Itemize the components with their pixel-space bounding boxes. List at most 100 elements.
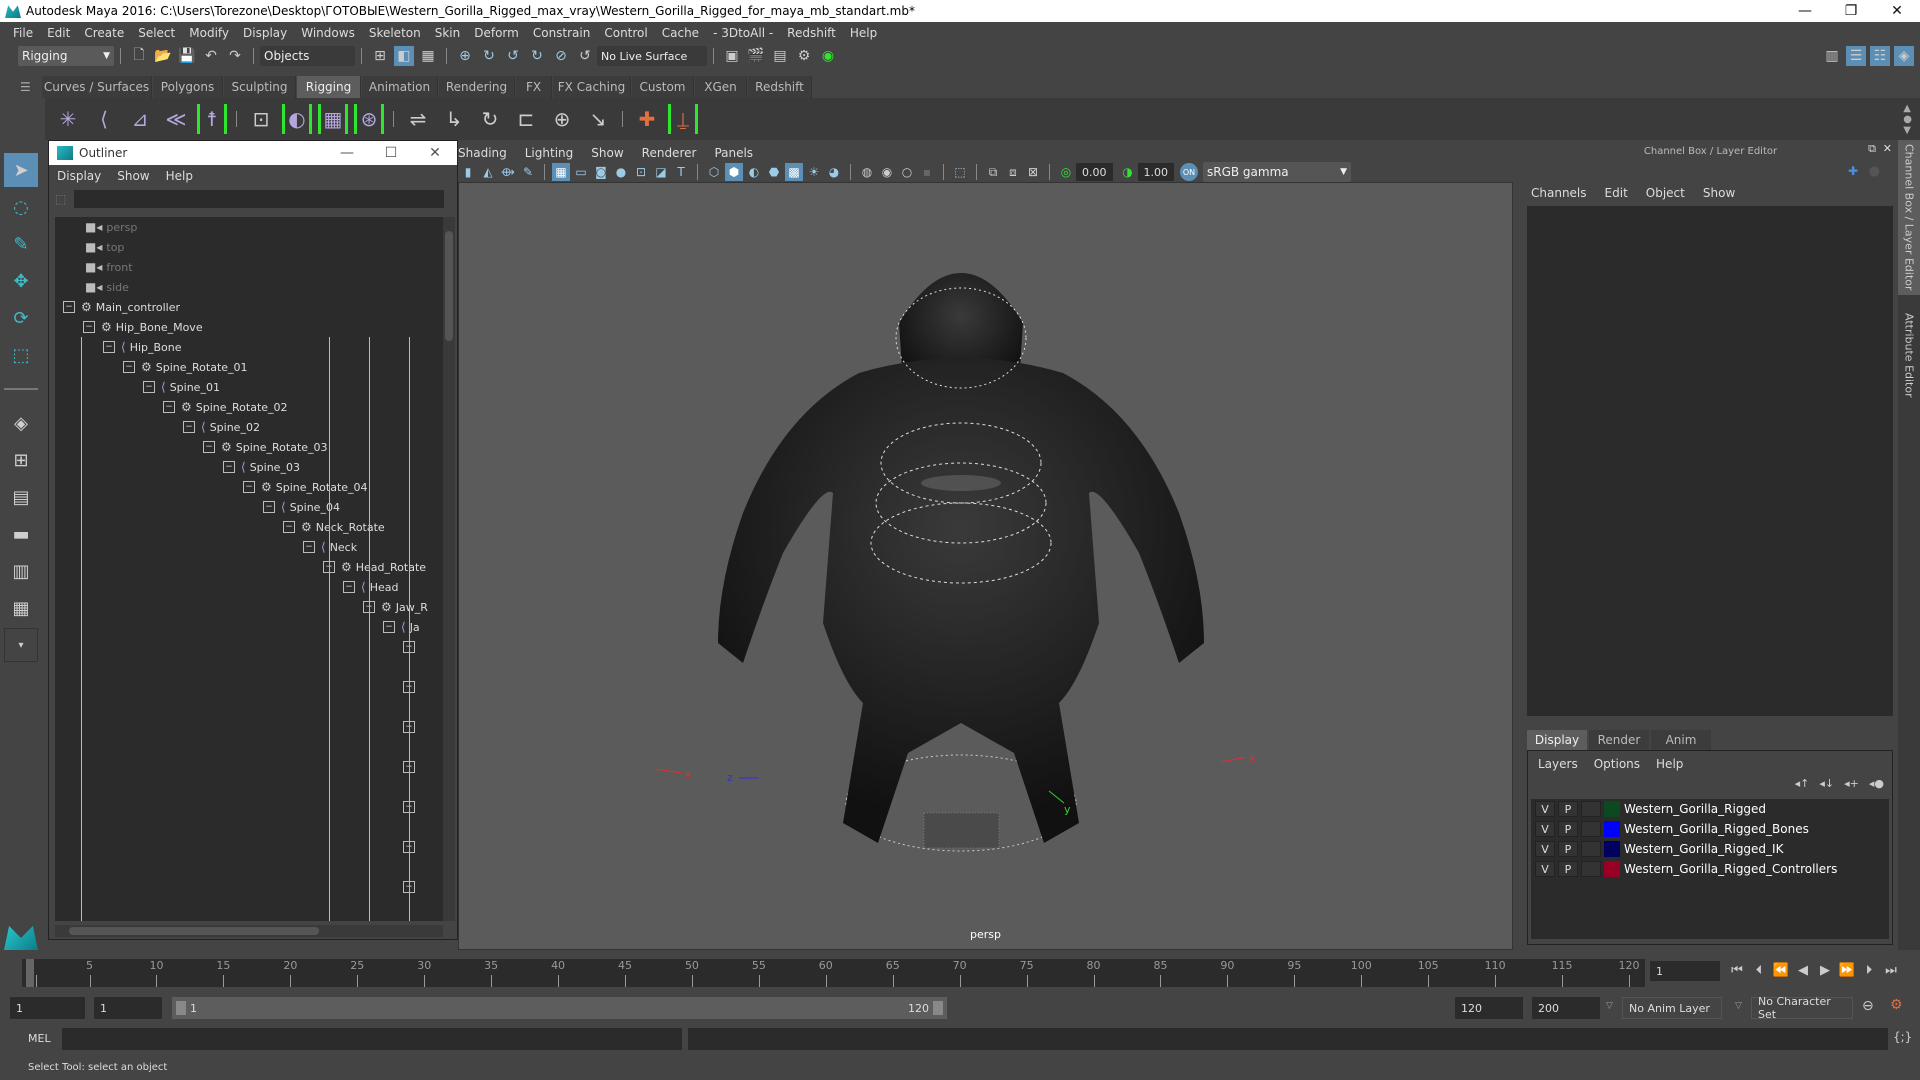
scene-canvas[interactable]: x x z y: [459, 183, 1513, 950]
step-forward-frame-icon[interactable]: ⏵: [1860, 961, 1878, 979]
anim-start-field[interactable]: 1: [10, 997, 85, 1019]
snap-live-icon[interactable]: ↺: [575, 46, 595, 66]
menu-file[interactable]: File: [6, 26, 40, 40]
step-back-key-icon[interactable]: ⏪: [1772, 961, 1790, 979]
layer-visibility-toggle[interactable]: V: [1535, 801, 1555, 817]
menu-edit[interactable]: Edit: [40, 26, 77, 40]
safe-title-icon[interactable]: T: [672, 163, 690, 181]
viewport-menu-shading[interactable]: Shading: [458, 146, 507, 160]
menu-select[interactable]: Select: [131, 26, 182, 40]
layer-row[interactable]: V P Western_Gorilla_Rigged_Controllers: [1531, 859, 1889, 879]
layer-row[interactable]: V P Western_Gorilla_Rigged_Bones: [1531, 819, 1889, 839]
wireframe-on-shaded-icon[interactable]: ⬣: [765, 163, 783, 181]
gorilla-model[interactable]: x x z y: [655, 273, 1256, 852]
grid-icon[interactable]: ▦: [552, 163, 570, 181]
scroll-thumb[interactable]: [69, 927, 319, 935]
camera-attributes-icon[interactable]: ◭: [479, 163, 497, 181]
tool-settings-toggle-icon[interactable]: ☷: [1870, 46, 1890, 66]
menu-display[interactable]: Display: [236, 26, 294, 40]
outliner-item[interactable]: ■◂ top: [85, 237, 124, 257]
go-to-end-icon[interactable]: ⏭: [1882, 961, 1900, 979]
tab-sculpting[interactable]: Sculpting: [224, 76, 296, 98]
menu-cache[interactable]: Cache: [655, 26, 706, 40]
tab-custom[interactable]: Custom: [632, 76, 694, 98]
close-button[interactable]: ✕: [413, 145, 457, 161]
cluster-icon[interactable]: ⊛: [354, 104, 384, 134]
outliner-item[interactable]: −: [403, 877, 421, 897]
persp-graph-outliner-layout-icon[interactable]: ▦: [4, 591, 38, 625]
outliner-menu-help[interactable]: Help: [166, 169, 193, 183]
lattice-icon[interactable]: ▦: [318, 104, 348, 134]
shelf-menu-icon[interactable]: ☰: [20, 80, 31, 94]
outliner-item[interactable]: − ⟨ Spine_01: [143, 377, 220, 397]
gate-mask-icon[interactable]: ●: [612, 163, 630, 181]
layer-visibility-toggle[interactable]: V: [1535, 821, 1555, 837]
viewport-menu-panels[interactable]: Panels: [714, 146, 753, 160]
color-management-toggle-icon[interactable]: ON: [1180, 163, 1198, 181]
outliner-search-input[interactable]: [74, 190, 445, 208]
gamma-icon[interactable]: ◑: [1119, 163, 1137, 181]
tab-animation[interactable]: Animation: [362, 76, 438, 98]
restore-button[interactable]: ❐: [1828, 0, 1874, 22]
rotate-tool-icon[interactable]: ⟳: [4, 301, 38, 335]
smooth-bind-icon[interactable]: ◐: [282, 104, 312, 134]
outliner-item[interactable]: − ⚙ Main_controller: [63, 297, 180, 317]
collapse-toggle-icon[interactable]: −: [63, 301, 75, 313]
four-view-layout-icon[interactable]: ⊞: [4, 443, 38, 477]
playback-end-field[interactable]: 120: [1455, 997, 1523, 1019]
viewport-menu-show[interactable]: Show: [591, 146, 623, 160]
outliner-title-bar[interactable]: Outliner — ☐ ✕: [49, 141, 457, 165]
render-settings-icon[interactable]: ⚙: [794, 46, 814, 66]
float-panel-icon[interactable]: ⧉: [1868, 142, 1876, 156]
range-end-handle[interactable]: [933, 1001, 943, 1015]
select-tool-icon[interactable]: ➤: [4, 153, 38, 187]
film-gate-icon[interactable]: ▭: [572, 163, 590, 181]
new-layer-icon[interactable]: ◂+: [1844, 777, 1859, 790]
menuset-dropdown[interactable]: Rigging ▼: [18, 46, 114, 66]
layer-color-swatch[interactable]: [1604, 821, 1620, 837]
current-time-marker[interactable]: [26, 959, 34, 987]
insert-joint-icon[interactable]: ⟨: [89, 104, 119, 134]
layer-color-swatch[interactable]: [1604, 841, 1620, 857]
outliner-item[interactable]: −: [403, 717, 421, 737]
persp-graph-layout-icon[interactable]: ▬: [4, 517, 38, 551]
parent-constraint-icon[interactable]: ⇌: [403, 104, 433, 134]
outliner-persp-layout-icon[interactable]: ▤: [4, 480, 38, 514]
character-set-dropdown[interactable]: No Character Set: [1751, 995, 1853, 1021]
menu-constrain[interactable]: Constrain: [526, 26, 598, 40]
layer-display-type-toggle[interactable]: [1581, 861, 1601, 877]
collapse-toggle-icon[interactable]: −: [83, 321, 95, 333]
snap-point-icon[interactable]: ↺: [503, 46, 523, 66]
selection-mode-dropdown[interactable]: Objects: [260, 46, 355, 66]
close-button[interactable]: ✕: [1874, 0, 1920, 22]
paint-select-tool-icon[interactable]: ✎: [4, 227, 38, 261]
maximize-button[interactable]: ☐: [369, 145, 413, 161]
xray-icon[interactable]: ⧉: [984, 163, 1002, 181]
playback-range-bar[interactable]: 1 120: [172, 997, 947, 1019]
select-component-icon[interactable]: ▦: [418, 46, 438, 66]
select-hierarchy-icon[interactable]: ⊞: [370, 46, 390, 66]
menu-redshift[interactable]: Redshift: [780, 26, 843, 40]
time-slider-track[interactable]: 1510152025303540455055606570758085909510…: [22, 959, 1645, 987]
orient-constraint-icon[interactable]: ↻: [475, 104, 505, 134]
collapse-toggle-icon[interactable]: −: [343, 581, 355, 593]
collapse-toggle-icon[interactable]: −: [303, 541, 315, 553]
playback-start-field[interactable]: 1: [94, 997, 162, 1019]
outliner-item[interactable]: −⚙Jaw_R: [363, 597, 428, 617]
outliner-item[interactable]: ■◂ side: [85, 277, 129, 297]
layer-row[interactable]: V P Western_Gorilla_Rigged_IK: [1531, 839, 1889, 859]
move-tool-icon[interactable]: ✥: [4, 264, 38, 298]
menu-help[interactable]: Help: [843, 26, 884, 40]
outliner-item[interactable]: − ⚙ Spine_Rotate_04: [243, 477, 368, 497]
layer-visibility-toggle[interactable]: V: [1535, 861, 1555, 877]
layer-playback-toggle[interactable]: P: [1558, 861, 1578, 877]
channel-box-menu-show[interactable]: Show: [1703, 186, 1735, 200]
layer-visibility-toggle[interactable]: V: [1535, 841, 1555, 857]
collapse-toggle-icon[interactable]: −: [183, 421, 195, 433]
pole-vector-constraint-icon[interactable]: ↘: [583, 104, 613, 134]
hypershade-icon[interactable]: ◉: [818, 46, 838, 66]
shadows-icon[interactable]: ◕: [825, 163, 843, 181]
outliner-item[interactable]: − ⟨ Neck: [303, 537, 357, 557]
outliner-item[interactable]: − ⚙ Spine_Rotate_01: [123, 357, 248, 377]
outliner-item[interactable]: − ⚙ Hip_Bone_Move: [83, 317, 203, 337]
